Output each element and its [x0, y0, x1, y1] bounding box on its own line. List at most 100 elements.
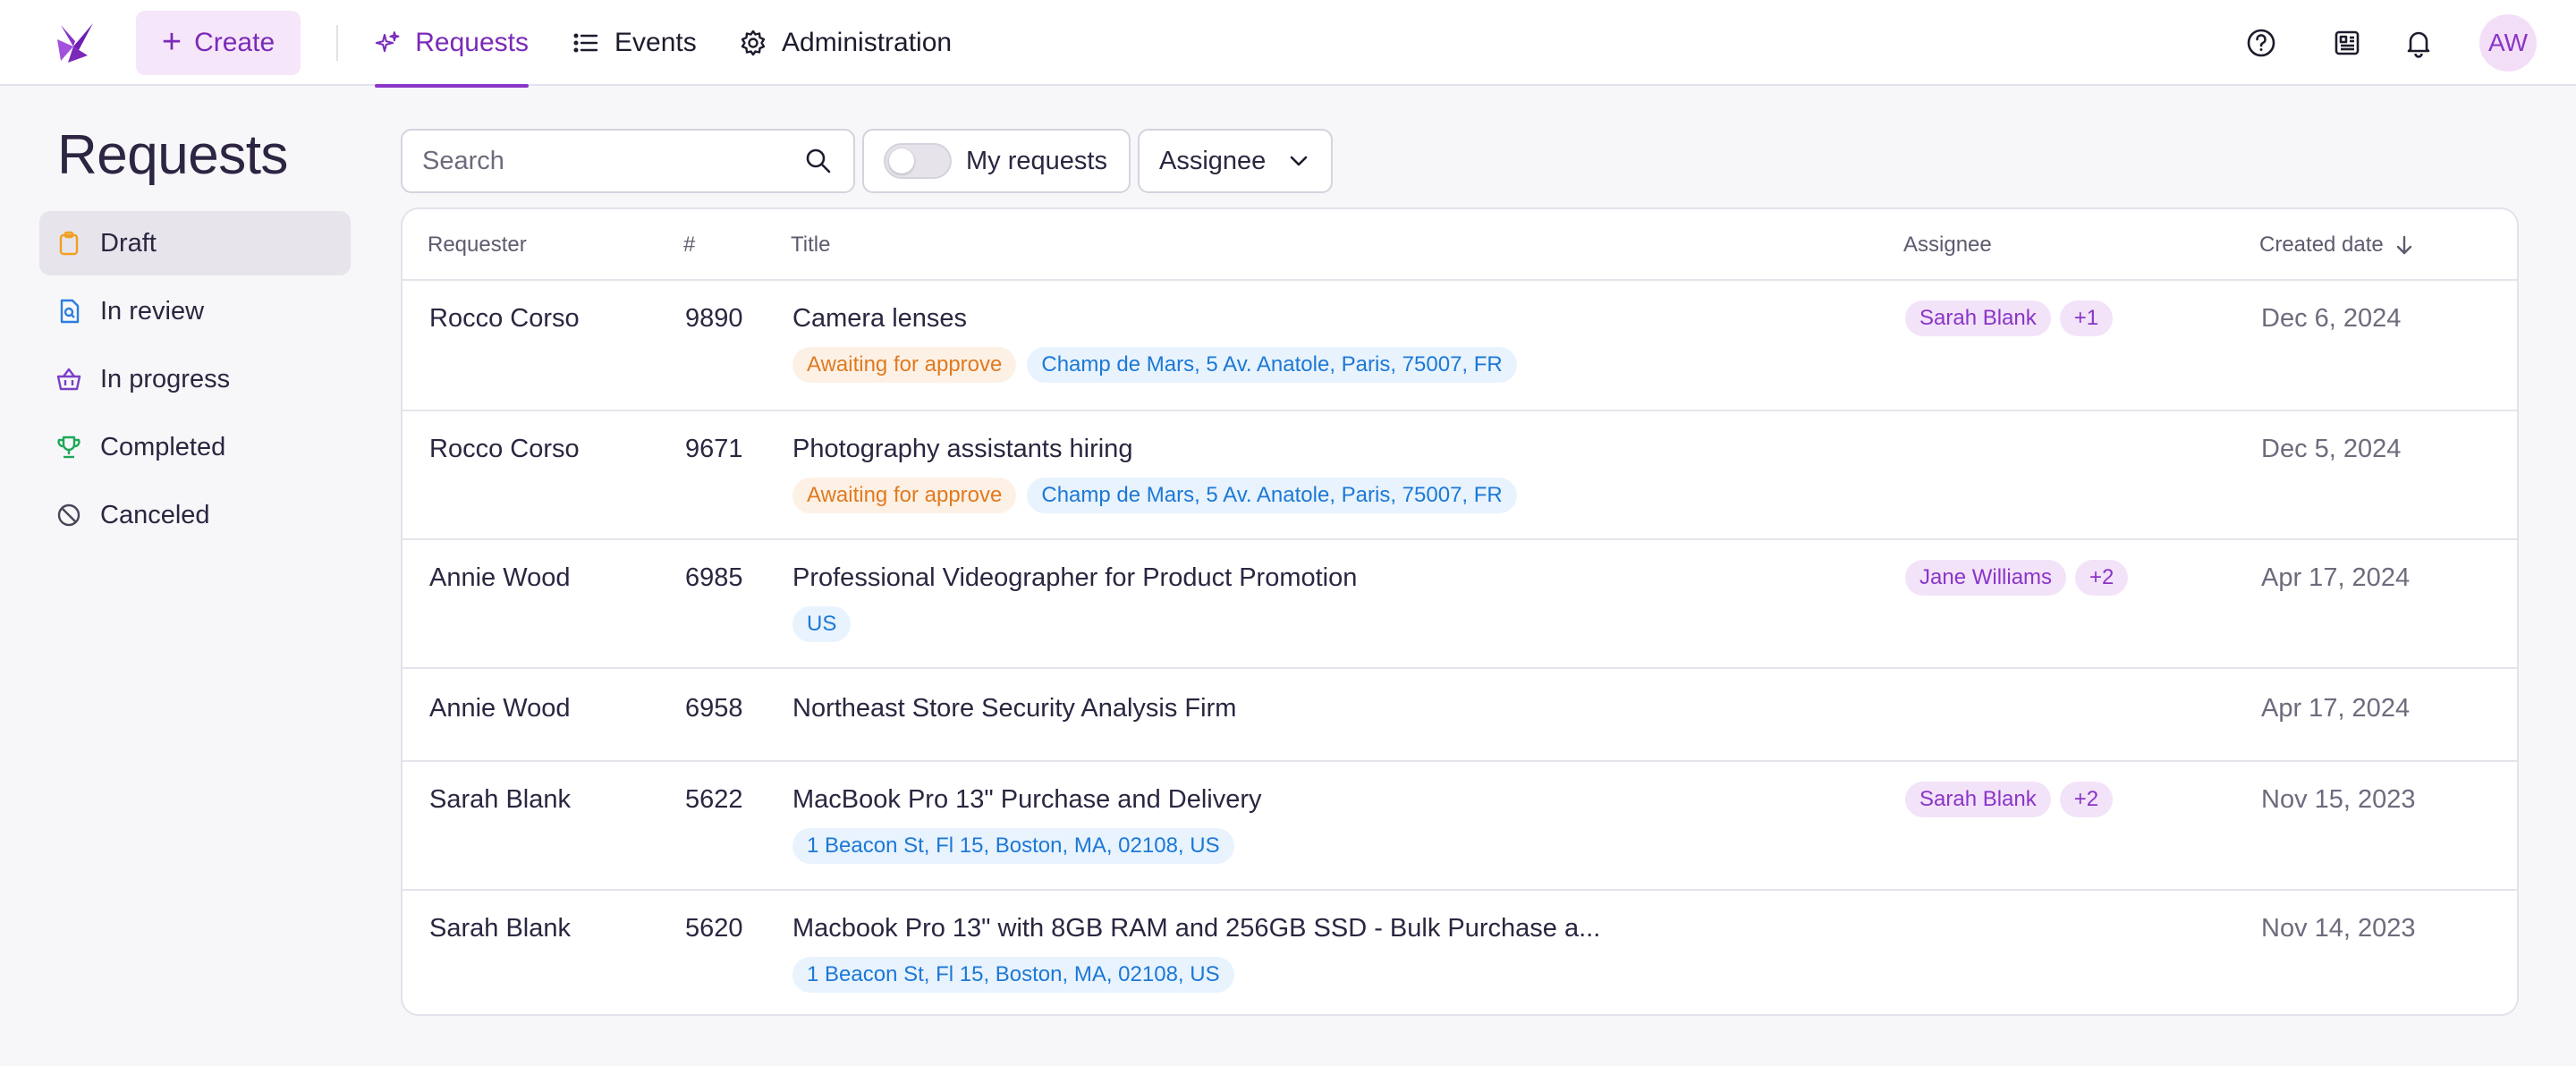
- ban-icon: [57, 503, 80, 527]
- title-cell[interactable]: MacBook Pro 13" Purchase and Delivery: [792, 785, 1262, 815]
- location-badge: 1 Beacon St, Fl 15, Boston, MA, 02108, U…: [792, 957, 1234, 993]
- column-created-date-label: Created date: [2259, 233, 2384, 257]
- tab-events[interactable]: Events: [572, 0, 697, 86]
- gear-icon: [741, 30, 766, 56]
- sparkles-icon: [375, 31, 400, 53]
- column-number[interactable]: #: [683, 233, 695, 258]
- number-cell: 9890: [685, 304, 743, 333]
- create-button[interactable]: + Create: [136, 11, 301, 75]
- status-badge: Awaiting for approve: [792, 347, 1017, 383]
- chevron-down-icon: [1291, 156, 1308, 166]
- assignee-more-chip[interactable]: +1: [2059, 300, 2114, 336]
- title-cell[interactable]: Northeast Store Security Analysis Firm: [792, 694, 1236, 723]
- my-requests-filter[interactable]: My requests: [862, 129, 1131, 193]
- requester-cell: Annie Wood: [429, 563, 571, 592]
- number-cell: 6958: [685, 694, 743, 723]
- assignee-more-chip[interactable]: +2: [2059, 782, 2114, 817]
- plus-icon: +: [161, 22, 182, 61]
- title-cell[interactable]: Photography assistants hiring: [792, 435, 1132, 464]
- table-row[interactable]: Sarah Blank 5622 MacBook Pro 13" Purchas…: [402, 762, 2517, 891]
- tab-administration-label: Administration: [782, 28, 953, 57]
- assignee-chip[interactable]: Sarah Blank: [1905, 300, 2051, 336]
- top-navigation: + Create Requests Events Administration: [0, 0, 2576, 88]
- my-requests-label: My requests: [966, 146, 1107, 175]
- table-row[interactable]: Annie Wood 6958 Northeast Store Security…: [402, 669, 2517, 762]
- sidebar-item-label: Canceled: [100, 500, 210, 529]
- assignee-dropdown-label: Assignee: [1159, 146, 1267, 175]
- assignee-list: Sarah Blank +1: [1905, 300, 2114, 336]
- column-title[interactable]: Title: [791, 233, 830, 258]
- sidebar-item-label: Completed: [100, 432, 226, 461]
- list-icon: [573, 33, 598, 53]
- number-cell: 5620: [685, 914, 743, 943]
- number-cell: 9671: [685, 435, 743, 463]
- tag-list: 1 Beacon St, Fl 15, Boston, MA, 02108, U…: [792, 828, 1234, 864]
- title-cell[interactable]: Professional Videographer for Product Pr…: [792, 563, 1357, 593]
- news-icon[interactable]: [2331, 27, 2363, 59]
- sidebar-item-in-review[interactable]: In review: [39, 279, 351, 343]
- assignee-chip[interactable]: Jane Williams: [1905, 560, 2067, 596]
- date-cell: Apr 17, 2024: [2261, 694, 2411, 723]
- app-logo-icon[interactable]: [52, 20, 98, 66]
- sidebar-item-completed[interactable]: Completed: [39, 415, 351, 479]
- tab-administration[interactable]: Administration: [739, 0, 952, 86]
- search-icon[interactable]: [803, 146, 834, 176]
- tab-requests[interactable]: Requests: [375, 0, 529, 88]
- status-badge: Awaiting for approve: [792, 478, 1017, 513]
- assignee-more-chip[interactable]: +2: [2075, 560, 2129, 596]
- help-icon[interactable]: [2245, 27, 2277, 59]
- assignee-list: Jane Williams +2: [1905, 560, 2129, 596]
- sidebar-item-label: Draft: [100, 228, 157, 258]
- number-cell: 5622: [685, 785, 743, 814]
- title-cell[interactable]: Camera lenses: [792, 304, 967, 334]
- location-badge: Champ de Mars, 5 Av. Anatole, Paris, 750…: [1027, 478, 1517, 513]
- requester-cell: Rocco Corso: [429, 435, 580, 463]
- avatar[interactable]: AW: [2479, 14, 2537, 72]
- requester-cell: Sarah Blank: [429, 785, 571, 814]
- table-row[interactable]: Rocco Corso 9890 Camera lenses Awaiting …: [402, 281, 2517, 411]
- tag-list: 1 Beacon St, Fl 15, Boston, MA, 02108, U…: [792, 957, 1234, 993]
- search-input[interactable]: [422, 146, 803, 176]
- date-cell: Nov 14, 2023: [2261, 914, 2416, 943]
- column-assignee[interactable]: Assignee: [1903, 233, 1992, 258]
- tag-list: Awaiting for approve Champ de Mars, 5 Av…: [792, 478, 1517, 513]
- requester-cell: Sarah Blank: [429, 914, 571, 943]
- column-created-date[interactable]: Created date: [2259, 233, 2416, 258]
- tab-requests-label: Requests: [415, 28, 529, 57]
- location-badge: 1 Beacon St, Fl 15, Boston, MA, 02108, U…: [792, 828, 1234, 864]
- requests-table: Requester # Title Assignee Created date …: [401, 207, 2519, 1016]
- tag-list: Awaiting for approve Champ de Mars, 5 Av…: [792, 347, 1517, 383]
- requester-cell: Rocco Corso: [429, 304, 580, 333]
- table-row[interactable]: Annie Wood 6985 Professional Videographe…: [402, 540, 2517, 669]
- search-box: [401, 129, 855, 193]
- sidebar-item-label: In progress: [100, 364, 231, 393]
- bell-icon[interactable]: [2402, 27, 2435, 59]
- tag-list: US: [792, 606, 852, 642]
- sidebar-item-draft[interactable]: Draft: [39, 211, 351, 275]
- sidebar-item-label: In review: [100, 296, 205, 326]
- date-cell: Nov 15, 2023: [2261, 785, 2416, 814]
- page-title: Requests: [57, 124, 288, 186]
- trophy-icon: [57, 436, 80, 459]
- assignee-list: Sarah Blank +2: [1905, 782, 2114, 817]
- requester-cell: Annie Wood: [429, 694, 571, 723]
- table-row[interactable]: Rocco Corso 9671 Photography assistants …: [402, 411, 2517, 540]
- create-button-label: Create: [194, 28, 275, 57]
- sidebar-item-canceled[interactable]: Canceled: [39, 483, 351, 547]
- title-cell[interactable]: Macbook Pro 13" with 8GB RAM and 256GB S…: [792, 914, 1600, 943]
- sidebar-item-in-progress[interactable]: In progress: [39, 347, 351, 411]
- arrow-down-icon[interactable]: [2393, 233, 2416, 257]
- location-badge: US: [792, 606, 852, 642]
- table-row[interactable]: Sarah Blank 5620 Macbook Pro 13" with 8G…: [402, 891, 2517, 1014]
- assignee-dropdown[interactable]: Assignee: [1138, 129, 1333, 193]
- location-badge: Champ de Mars, 5 Av. Anatole, Paris, 750…: [1027, 347, 1517, 383]
- clipboard-icon: [59, 231, 79, 256]
- number-cell: 6985: [685, 563, 743, 592]
- table-header: Requester # Title Assignee Created date: [402, 209, 2517, 281]
- date-cell: Dec 5, 2024: [2261, 435, 2402, 463]
- my-requests-toggle[interactable]: [884, 143, 952, 179]
- nav-divider: [336, 25, 338, 61]
- date-cell: Apr 17, 2024: [2261, 563, 2411, 592]
- assignee-chip[interactable]: Sarah Blank: [1905, 782, 2051, 817]
- column-requester[interactable]: Requester: [428, 233, 527, 258]
